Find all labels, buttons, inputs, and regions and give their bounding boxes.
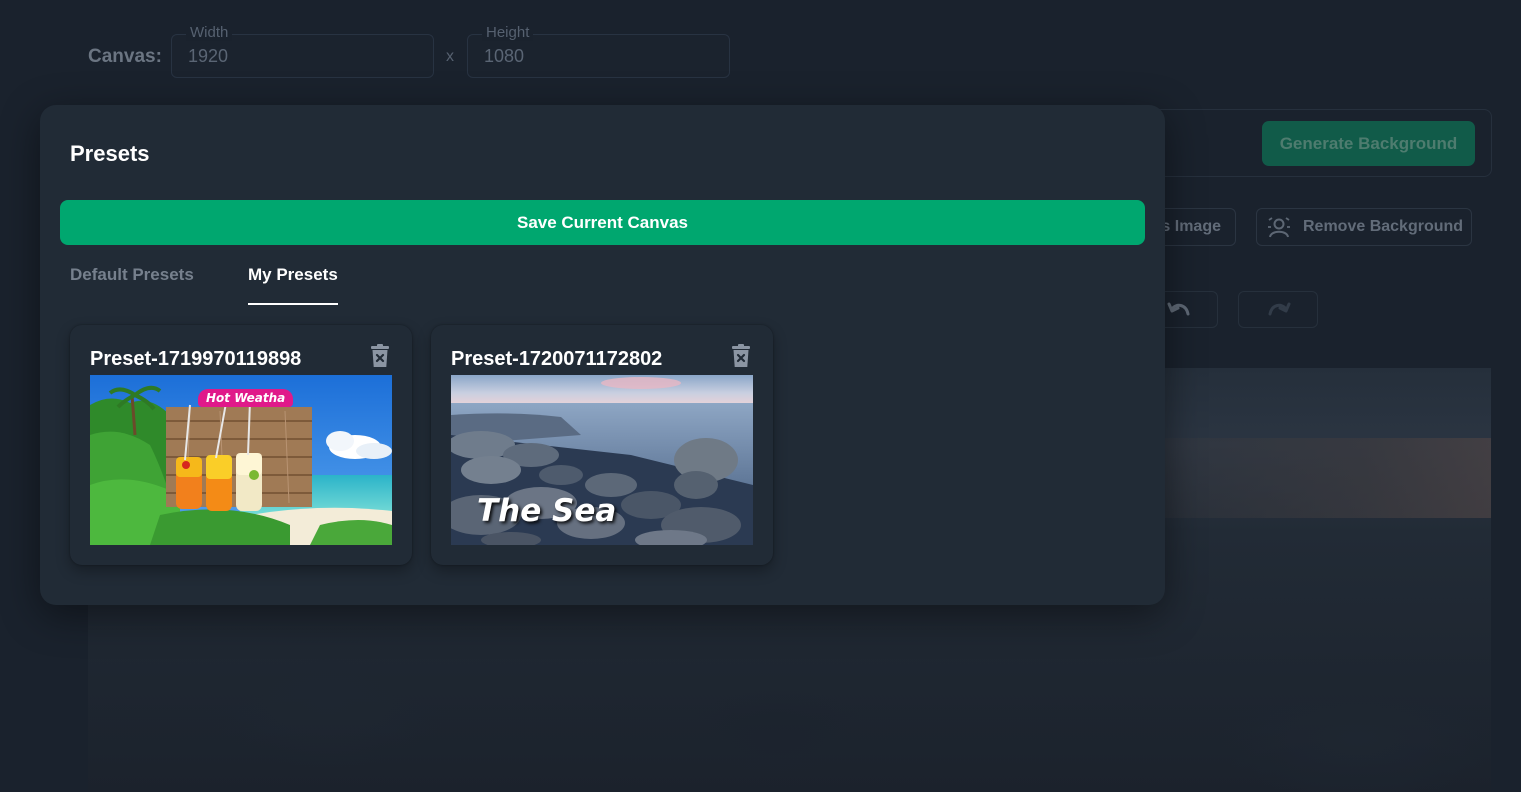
thumbnail-caption: The Sea xyxy=(477,493,617,529)
height-value: 1080 xyxy=(484,46,525,66)
canvas-width-field[interactable]: Width 1920 xyxy=(171,24,434,78)
remove-background-label: Remove Background xyxy=(1303,218,1464,235)
preset-card[interactable]: Preset-1720071172802 The Sea xyxy=(431,325,773,565)
presets-modal: Presets Save Current Canvas Default Pres… xyxy=(40,105,1165,605)
canvas-label: Canvas: xyxy=(88,46,162,67)
remove-background-icon xyxy=(1268,217,1290,238)
preset-thumbnail: The Sea xyxy=(451,375,753,545)
tab-default-presets[interactable]: Default Presets xyxy=(70,265,194,305)
preset-name: Preset-1720071172802 xyxy=(451,348,663,370)
width-value: 1920 xyxy=(188,46,229,66)
generate-background-button[interactable]: Generate Background xyxy=(1262,121,1475,166)
delete-preset-button[interactable] xyxy=(731,344,751,368)
canvas-height-field[interactable]: Height 1080 xyxy=(467,24,730,78)
trash-icon xyxy=(371,344,389,367)
dimension-separator: x xyxy=(446,48,454,65)
redo-icon xyxy=(1268,302,1291,316)
undo-icon xyxy=(1167,302,1190,316)
preset-name: Preset-1719970119898 xyxy=(90,348,302,370)
delete-preset-button[interactable] xyxy=(370,344,390,368)
width-legend: Width xyxy=(186,24,233,41)
redo-button[interactable] xyxy=(1238,291,1318,328)
modal-title: Presets xyxy=(70,141,150,166)
preset-card[interactable]: Preset-1719970119898 Hot Weatha xyxy=(70,325,412,565)
remove-background-button[interactable]: Remove Background xyxy=(1256,208,1472,246)
trash-icon xyxy=(732,344,750,367)
height-legend: Height xyxy=(482,24,534,41)
tab-my-presets[interactable]: My Presets xyxy=(248,265,338,305)
thumbnail-caption: Hot Weatha xyxy=(198,389,294,407)
save-current-canvas-button[interactable]: Save Current Canvas xyxy=(60,200,1145,245)
preset-thumbnail: Hot Weatha xyxy=(90,375,392,545)
